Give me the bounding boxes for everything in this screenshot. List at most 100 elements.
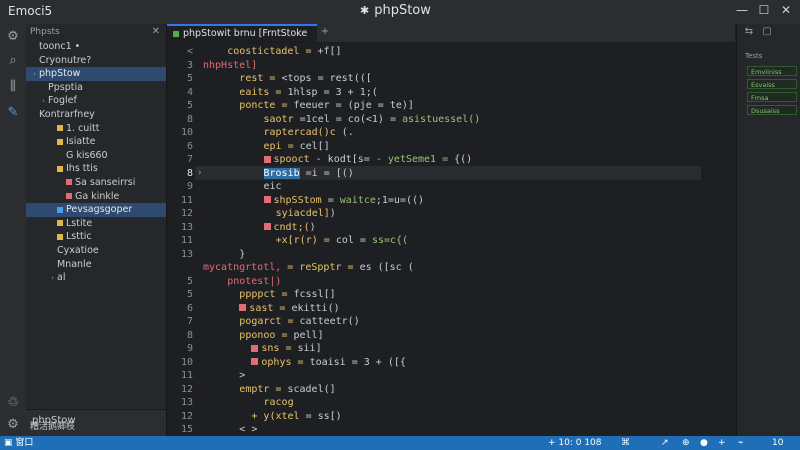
code-line[interactable]: 9 sns = sii] xyxy=(167,342,727,356)
status-item[interactable]: + xyxy=(718,436,726,450)
chart-icon[interactable]: ⫼ xyxy=(4,78,22,96)
code-area[interactable]: < coostictadel = +f[] 3 nhpHstel] 5 rest = <t… xyxy=(167,43,735,436)
code-line[interactable]: 10 raptercad()c (. xyxy=(167,126,727,140)
code-line[interactable]: 5 rest = <tops = rest(([ xyxy=(167,72,727,86)
code-line[interactable]: 12 emptr = scadel(] xyxy=(167,383,727,397)
breakpoint-icon[interactable] xyxy=(239,304,247,311)
code-line[interactable]: 13 racog xyxy=(167,396,727,410)
code-line[interactable]: 13 cndt;() xyxy=(167,221,727,235)
line-number: 9 xyxy=(186,181,193,192)
gear-icon[interactable]: ⚙ xyxy=(4,28,22,46)
tree-item[interactable]: › phpStow xyxy=(26,67,166,81)
code-line[interactable]: 13} xyxy=(167,248,727,262)
minimize-icon[interactable]: — xyxy=(732,3,752,21)
code-line[interactable]: 9 eic xyxy=(167,180,727,194)
tree-item[interactable]: Ga kinkle xyxy=(26,190,166,204)
code-token: sns = xyxy=(261,343,298,354)
status-item[interactable]: ⊕ xyxy=(682,436,690,450)
breakpoint-icon[interactable] xyxy=(251,358,259,365)
code-token: ppppct = xyxy=(239,289,294,300)
breakpoint-icon[interactable] xyxy=(263,155,271,163)
close-icon[interactable]: ✕ xyxy=(776,3,796,21)
code-line[interactable]: 10 ophys = toaisi = 3 + ([{ xyxy=(167,356,727,370)
debug-icon[interactable]: ✎ xyxy=(4,104,22,122)
chevron-right-icon[interactable]: › xyxy=(30,68,39,82)
line-number: 3 xyxy=(186,59,193,71)
code-line[interactable]: 11 +x[r(r) = col = ss=c{( xyxy=(167,234,727,248)
settings-bottom-icon[interactable]: ⚙ xyxy=(4,416,22,434)
tree-item[interactable]: Ppsptia xyxy=(26,81,166,95)
code-text: poncte = feeuer = (pje = te)] xyxy=(239,99,414,113)
status-item[interactable]: ● xyxy=(700,436,708,450)
file-icon xyxy=(57,165,63,172)
code-line[interactable]: 6 epi = cel[] xyxy=(167,140,727,154)
chevron-icon[interactable]: ⇆ xyxy=(743,26,755,37)
tree-item[interactable]: › al xyxy=(26,271,166,285)
maximize-icon[interactable]: ☐ xyxy=(754,3,774,21)
tree-item[interactable]: Lsttic xyxy=(26,230,166,244)
code-line[interactable]: 15 < > xyxy=(167,423,727,436)
status-item[interactable]: + 10: 0 108 xyxy=(548,436,602,450)
close-icon[interactable]: ✕ xyxy=(152,24,160,40)
tree-item[interactable]: Cyxatioe xyxy=(26,244,166,258)
status-item[interactable]: ↗ xyxy=(661,436,669,450)
breakpoint-icon[interactable] xyxy=(263,223,271,230)
tree-item[interactable]: › Foglef xyxy=(26,94,166,108)
code-line[interactable]: 11 > xyxy=(167,369,727,383)
code-line[interactable]: 12 syiacdel]) xyxy=(167,207,727,221)
code-line[interactable]: 8 saotr =1cel = co(<1) = asistuessel() xyxy=(167,113,727,127)
sidebar-footer-label: 糟活鹅卿枝 xyxy=(30,422,76,433)
test-item[interactable]: Emviiniss xyxy=(747,66,797,76)
code-token: scadel(] xyxy=(287,383,336,395)
new-tab-icon[interactable]: + xyxy=(319,26,331,37)
breakpoint-icon[interactable] xyxy=(263,196,271,203)
tree-item[interactable]: Lstite xyxy=(26,217,166,231)
tree-item[interactable]: Cryonutre? xyxy=(26,54,166,68)
code-token: - yetSeme1 = xyxy=(375,154,455,165)
editor-tab[interactable]: phpStowit brnu [FrntStoke xyxy=(167,24,317,42)
code-line[interactable]: 8 pponoo = pell] xyxy=(167,329,727,343)
status-item[interactable]: ⌁ xyxy=(738,436,743,450)
account-icon[interactable]: ♲ xyxy=(4,394,22,412)
line-number: 7 xyxy=(186,154,193,165)
window-title: ✱ phpStow xyxy=(360,3,431,18)
chevron-right-icon[interactable]: › xyxy=(39,95,48,109)
code-line[interactable]: 5 pnotest|) xyxy=(167,275,727,289)
tree-item[interactable]: 1. cuitt xyxy=(26,122,166,136)
code-line[interactable]: 8 › Brosib =i = [() xyxy=(167,167,727,181)
tree-item[interactable]: Sa sanseirrsi xyxy=(26,176,166,190)
test-item[interactable]: Esvaiss xyxy=(747,79,797,89)
status-left[interactable]: ▣ 窗口 xyxy=(4,436,33,450)
test-item[interactable]: Fmsa xyxy=(747,92,797,102)
code-line[interactable]: 4 eaits = 1hlsp = 3 + 1;( xyxy=(167,86,727,100)
tree-item[interactable]: toonc1 • xyxy=(26,40,166,54)
code-line[interactable]: 7 pogarct = catteetr() xyxy=(167,315,727,329)
code-line[interactable]: 5 ppppct = fcssl[] xyxy=(167,288,727,302)
tree-item-label: Cyxatioe xyxy=(57,244,99,256)
code-line[interactable]: < coostictadel = +f[] xyxy=(167,45,727,59)
chevron-right-icon[interactable]: › xyxy=(48,272,57,286)
fold-icon[interactable]: › xyxy=(197,167,202,181)
status-item[interactable]: ⌘ xyxy=(621,436,630,450)
right-panel-label: Tests xyxy=(745,52,763,60)
breakpoint-icon[interactable] xyxy=(251,344,259,352)
tree-item[interactable]: Kontrarfney xyxy=(26,108,166,122)
code-line[interactable]: 7 spooct - kodt[s= - yetSeme1 = {() xyxy=(167,153,727,167)
tree-item[interactable]: G kis660 xyxy=(26,149,166,163)
panel-icon[interactable]: ▢ xyxy=(761,26,773,37)
search-icon[interactable]: ⌕ xyxy=(4,52,22,70)
code-line[interactable]: mycatngrtotl, = reSpptr = es ([sc ( xyxy=(167,261,727,275)
tree-item[interactable]: Ihs ttis xyxy=(26,162,166,176)
code-line[interactable]: 3 nhpHstel] xyxy=(167,59,727,73)
code-line[interactable]: 6 sast = ekitti() xyxy=(167,302,727,316)
code-line[interactable]: 5 poncte = feeuer = (pje = te)] xyxy=(167,99,727,113)
status-item[interactable]: 10 xyxy=(772,436,783,450)
tree-item[interactable]: Mnanle xyxy=(26,258,166,272)
code-line[interactable]: 12 + y(xtel = ss[) xyxy=(167,410,727,424)
code-line[interactable]: 11 shpSStom = waitce;1=u=(() xyxy=(167,194,727,208)
test-item[interactable]: Dsusaiss xyxy=(747,105,797,115)
code-token: pogarct = xyxy=(239,316,300,327)
code-token: raptercad()c xyxy=(263,127,342,138)
tree-item[interactable]: Isiatte xyxy=(26,135,166,149)
tree-item[interactable]: Pevsagsgoper xyxy=(26,203,166,217)
